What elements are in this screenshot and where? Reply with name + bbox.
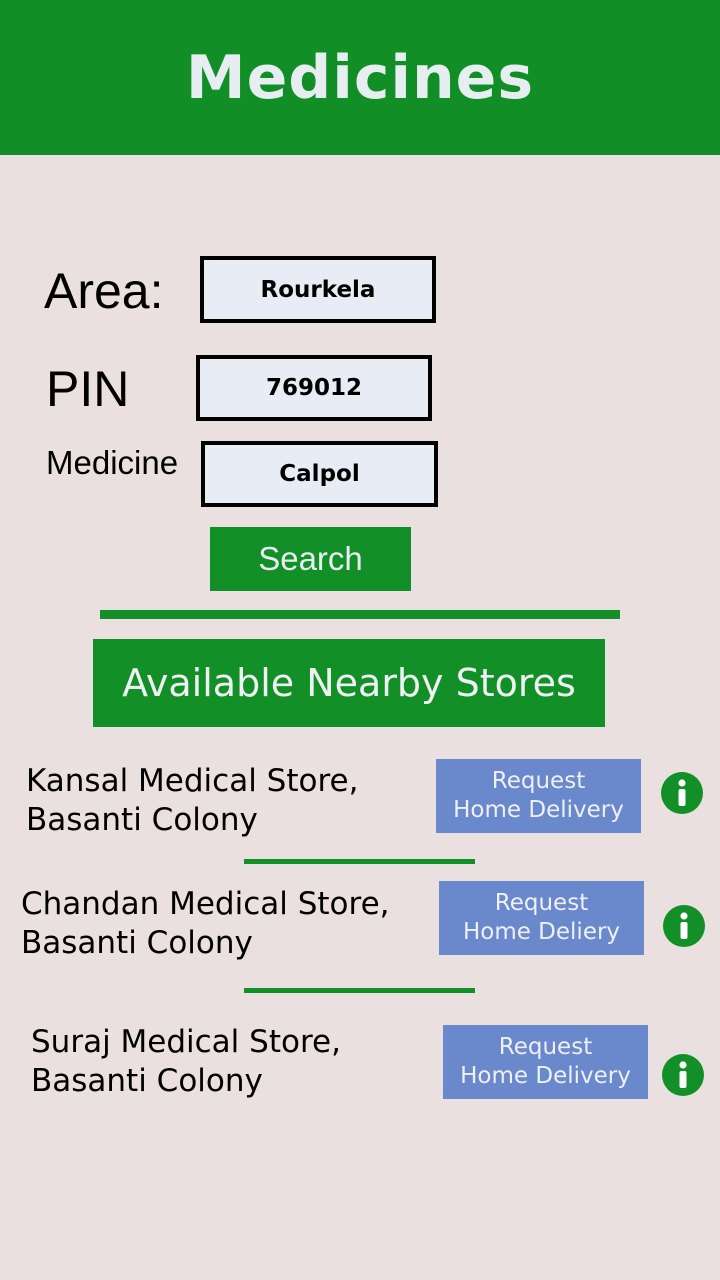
request-delivery-button[interactable]: Request Home Delivery <box>443 1025 648 1099</box>
section-title: Available Nearby Stores <box>93 639 605 727</box>
button-label-line1: Request <box>494 890 589 916</box>
divider <box>244 859 475 864</box>
button-label-line2: Home Deliery <box>462 919 621 945</box>
store-name: Chandan Medical Store, Basanti Colony <box>21 886 390 961</box>
divider <box>244 988 475 993</box>
app-header: Medicines <box>0 0 720 155</box>
search-button[interactable]: Search <box>210 527 411 591</box>
request-delivery-button[interactable]: Request Home Delivery <box>436 759 641 833</box>
medicine-input[interactable]: Calpol <box>201 441 438 507</box>
button-label-line1: Request <box>491 768 586 794</box>
request-delivery-button[interactable]: Request Home Deliery <box>439 881 644 955</box>
medicine-label: Medicine <box>46 444 179 481</box>
info-icon[interactable] <box>661 772 703 814</box>
area-label: Area: <box>44 263 164 319</box>
page-title: Medicines <box>185 42 535 113</box>
button-label-line1: Request <box>498 1034 593 1060</box>
info-icon[interactable] <box>662 1054 704 1096</box>
info-icon[interactable] <box>663 905 705 947</box>
pin-input[interactable]: 769012 <box>196 355 432 421</box>
divider <box>100 610 620 619</box>
store-name: Kansal Medical Store, Basanti Colony <box>26 763 359 838</box>
pin-label: PIN <box>46 361 130 417</box>
store-name: Suraj Medical Store, Basanti Colony <box>31 1024 341 1099</box>
button-label-line2: Home Delivery <box>453 797 624 823</box>
area-input[interactable]: Rourkela <box>200 256 436 323</box>
button-label-line2: Home Delivery <box>460 1063 631 1089</box>
